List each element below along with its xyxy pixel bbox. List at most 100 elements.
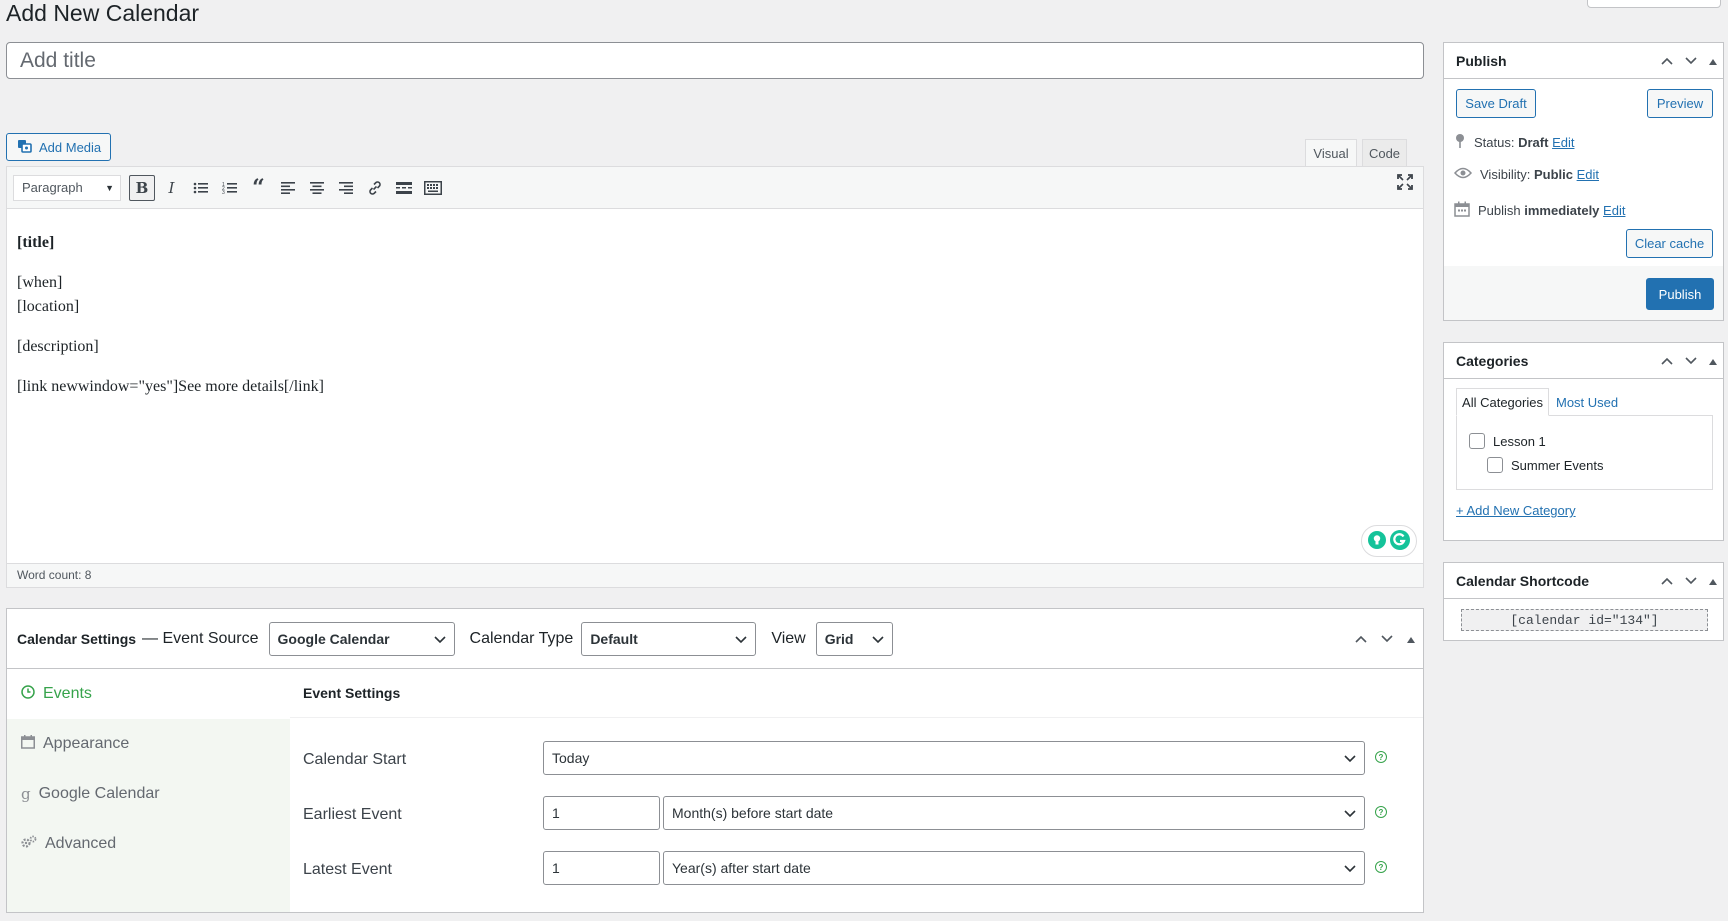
move-up-icon[interactable]: [1355, 630, 1367, 648]
editor-content[interactable]: [title] [when] [location] [description] …: [17, 209, 1423, 561]
chevron-down-icon: [433, 631, 446, 647]
grammarly-icon[interactable]: [1389, 529, 1411, 554]
event-source-value: Google Calendar: [277, 630, 390, 647]
calendar-start-value: Today: [552, 750, 590, 766]
read-more-icon[interactable]: [389, 174, 418, 202]
checkbox[interactable]: [1487, 457, 1503, 473]
earliest-event-unit-value: Month(s) before start date: [672, 805, 834, 821]
editor-toolbar: Paragraph ▼ B I 123 “: [7, 167, 1423, 209]
view-select[interactable]: Grid: [815, 621, 893, 656]
bulleted-list-icon[interactable]: [186, 174, 215, 202]
clock-icon: [21, 684, 35, 704]
tab-visual[interactable]: Visual: [1305, 139, 1357, 167]
visibility-edit-link[interactable]: Edit: [1577, 167, 1599, 182]
publish-actions: Publish: [1443, 266, 1724, 321]
fullscreen-icon[interactable]: [1397, 174, 1413, 193]
shortcode-box-title: Calendar Shortcode: [1456, 572, 1590, 589]
category-item[interactable]: Summer Events: [1487, 457, 1603, 473]
checkbox[interactable]: [1469, 433, 1485, 449]
move-up-icon[interactable]: [1661, 354, 1673, 368]
bold-icon[interactable]: B: [129, 174, 155, 201]
align-left-icon[interactable]: [273, 174, 302, 202]
save-draft-button[interactable]: Save Draft: [1456, 89, 1536, 118]
collapse-icon[interactable]: [1709, 54, 1717, 68]
tab-all-categories[interactable]: All Categories: [1456, 388, 1549, 416]
content-link: [link newwindow="yes"]See more details[/…: [17, 378, 324, 395]
event-settings-panel: Event Settings Calendar Start Today ? Ea…: [290, 669, 1423, 912]
tab-most-used[interactable]: Most Used: [1556, 388, 1618, 416]
move-up-icon[interactable]: [1661, 54, 1673, 68]
content-location: [location]: [17, 298, 80, 315]
link-icon[interactable]: [360, 174, 389, 202]
content-when: [when]: [17, 274, 63, 291]
status-edit-link[interactable]: Edit: [1552, 135, 1574, 150]
side-tab-events-label: Events: [43, 685, 92, 702]
add-media-button[interactable]: Add Media: [6, 133, 111, 161]
status-row: Status: Draft Edit: [1454, 133, 1574, 152]
divider: [290, 717, 1423, 718]
align-center-icon[interactable]: [302, 174, 331, 202]
earliest-event-label: Earliest Event: [303, 806, 402, 823]
svg-text:3: 3: [222, 190, 225, 195]
lightbulb-icon[interactable]: [1367, 530, 1387, 553]
collapse-icon[interactable]: [1709, 354, 1717, 368]
publish-button[interactable]: Publish: [1646, 278, 1714, 310]
publish-box-title: Publish: [1456, 52, 1507, 69]
toolbar-toggle-icon[interactable]: [418, 174, 447, 202]
earliest-event-number[interactable]: 1: [543, 796, 660, 830]
align-right-icon[interactable]: [331, 174, 360, 202]
latest-event-number[interactable]: 1: [543, 851, 660, 885]
shortcode-field[interactable]: [calendar id="134"]: [1461, 609, 1708, 631]
content-description: [description]: [17, 338, 99, 355]
side-tab-appearance[interactable]: Appearance: [7, 719, 290, 769]
tab-code[interactable]: Code: [1362, 139, 1407, 167]
screen-options-tab[interactable]: [1587, 0, 1721, 8]
numbered-list-icon[interactable]: 123: [215, 174, 244, 202]
italic-icon[interactable]: I: [157, 174, 186, 202]
title-input[interactable]: Add title: [6, 42, 1424, 79]
event-source-select[interactable]: Google Calendar: [268, 621, 455, 656]
view-label: View: [771, 629, 806, 647]
calendar-settings-title: Calendar Settings: [17, 630, 137, 647]
clear-cache-button[interactable]: Clear cache: [1626, 229, 1713, 258]
categories-box-header: Categories: [1444, 343, 1723, 379]
category-item[interactable]: Lesson 1: [1469, 433, 1546, 449]
help-icon[interactable]: ?: [1375, 861, 1387, 873]
event-settings-title: Event Settings: [303, 685, 401, 701]
blockquote-icon[interactable]: “: [244, 174, 273, 202]
calendar-type-select[interactable]: Default: [581, 621, 757, 656]
side-tab-google-calendar[interactable]: g Google Calendar: [7, 769, 290, 819]
editor: Paragraph ▼ B I 123 “ [title] [when] [lo…: [6, 166, 1424, 588]
shortcode-box-controls: [1661, 563, 1717, 599]
side-tab-events[interactable]: Events: [7, 669, 290, 719]
help-icon[interactable]: ?: [1375, 806, 1387, 818]
grammarly-widget[interactable]: [1361, 525, 1417, 557]
side-tab-advanced[interactable]: Advanced: [7, 819, 290, 869]
eye-icon: [1453, 167, 1473, 182]
earliest-event-unit-select[interactable]: Month(s) before start date: [663, 796, 1365, 830]
chevron-down-icon: [1344, 750, 1356, 766]
format-select[interactable]: Paragraph ▼: [13, 174, 121, 201]
category-list: Lesson 1 Summer Events: [1456, 415, 1713, 490]
format-select-value: Paragraph: [22, 180, 83, 195]
calendar-start-select[interactable]: Today: [543, 741, 1365, 775]
move-down-icon[interactable]: [1381, 630, 1393, 648]
calendar-type-value: Default: [590, 630, 638, 647]
help-icon[interactable]: ?: [1375, 751, 1387, 763]
calendar-icon: [21, 734, 35, 754]
collapse-icon[interactable]: [1407, 630, 1415, 648]
collapse-icon[interactable]: [1709, 574, 1717, 588]
side-tab-google-label: Google Calendar: [38, 785, 160, 802]
add-new-category-link[interactable]: + Add New Category: [1456, 503, 1576, 518]
move-up-icon[interactable]: [1661, 574, 1673, 588]
word-count: Word count: 8: [7, 563, 1423, 587]
move-down-icon[interactable]: [1685, 574, 1697, 588]
preview-button[interactable]: Preview: [1647, 89, 1713, 118]
shortcode-box-header: Calendar Shortcode: [1444, 563, 1723, 599]
category-label: Summer Events: [1511, 457, 1604, 473]
side-tab-appearance-label: Appearance: [43, 735, 130, 752]
move-down-icon[interactable]: [1685, 354, 1697, 368]
latest-event-unit-select[interactable]: Year(s) after start date: [663, 851, 1365, 885]
move-down-icon[interactable]: [1685, 54, 1697, 68]
schedule-edit-link[interactable]: Edit: [1603, 203, 1625, 218]
